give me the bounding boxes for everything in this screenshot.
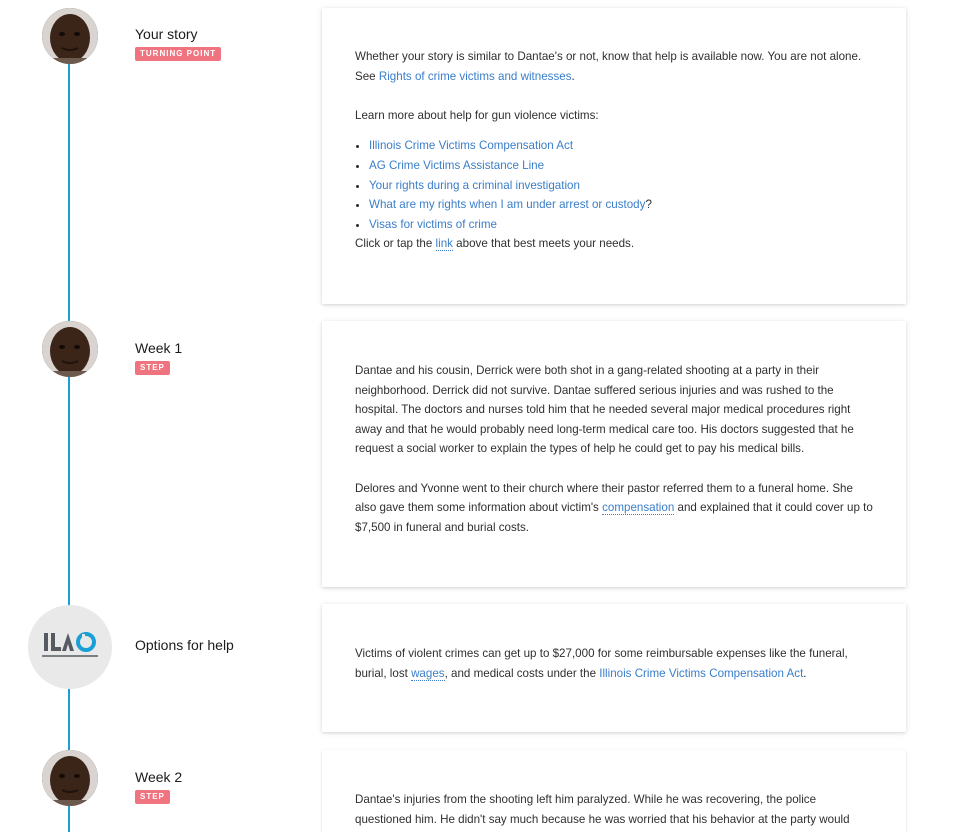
- turning-point-badge: TURNING POINT: [135, 47, 222, 61]
- dantae-avatar: [42, 321, 98, 377]
- week-1-paragraph-2: Delores and Yvonne went to their church …: [355, 481, 873, 534]
- ilao-logo: [28, 605, 112, 689]
- visas-for-victims-link[interactable]: Visas for victims of crime: [369, 218, 497, 231]
- list-item: Visas for victims of crime: [369, 215, 873, 235]
- options-paragraph: Victims of violent crimes can get up to …: [355, 647, 848, 681]
- step-title-options-for-help: Options for help: [135, 637, 234, 653]
- person-portrait-icon: [42, 8, 98, 64]
- person-portrait-icon: [42, 321, 98, 377]
- step-title-week-2: Week 2: [135, 769, 183, 785]
- step-title-your-story: Your story: [135, 26, 198, 42]
- dantae-avatar: [42, 8, 98, 64]
- dantae-avatar: [42, 750, 98, 806]
- crime-victims-compensation-act-link[interactable]: Illinois Crime Victims Compensation Act: [369, 139, 573, 152]
- step-badge: STEP: [135, 361, 170, 375]
- options-for-help-card: Victims of violent crimes can get up to …: [322, 604, 906, 732]
- person-portrait-icon: [42, 750, 98, 806]
- rights-of-crime-victims-link[interactable]: Rights of crime victims and witnesses: [379, 70, 572, 83]
- week-2-paragraph-1: Dantae's injuries from the shooting left…: [355, 793, 850, 826]
- list-item: What are my rights when I am under arres…: [369, 195, 873, 215]
- your-story-card: Whether your story is similar to Dantae'…: [322, 8, 906, 304]
- week-1-card: Dantae and his cousin, Derrick were both…: [322, 321, 906, 587]
- step-badge: STEP: [135, 790, 170, 804]
- list-item: AG Crime Victims Assistance Line: [369, 156, 873, 176]
- help-links-list: Illinois Crime Victims Compensation Act …: [355, 136, 873, 234]
- rights-criminal-investigation-link[interactable]: Your rights during a criminal investigat…: [369, 179, 580, 192]
- week-1-paragraph-1: Dantae and his cousin, Derrick were both…: [355, 364, 854, 456]
- compensation-act-link[interactable]: Illinois Crime Victims Compensation Act: [599, 667, 803, 680]
- ag-assistance-line-link[interactable]: AG Crime Victims Assistance Line: [369, 159, 544, 172]
- click-instructions: Click or tap the link above that best me…: [355, 237, 635, 252]
- step-title-week-1: Week 1: [135, 340, 183, 356]
- rights-under-arrest-link[interactable]: What are my rights when I am under arres…: [369, 198, 645, 211]
- learn-more-text: Learn more about help for gun violence v…: [355, 108, 599, 122]
- compensation-glossary-term[interactable]: compensation: [602, 501, 675, 516]
- list-item: Your rights during a criminal investigat…: [369, 176, 873, 196]
- list-item: Illinois Crime Victims Compensation Act: [369, 136, 873, 156]
- wages-glossary-term[interactable]: wages: [411, 666, 445, 681]
- your-story-intro: Whether your story is similar to Dantae'…: [355, 50, 862, 83]
- week-2-card: Dantae's injuries from the shooting left…: [322, 750, 906, 832]
- link-glossary-term[interactable]: link: [435, 237, 453, 252]
- ilao-logo-icon: [42, 632, 98, 657]
- timeline-line: [68, 60, 70, 832]
